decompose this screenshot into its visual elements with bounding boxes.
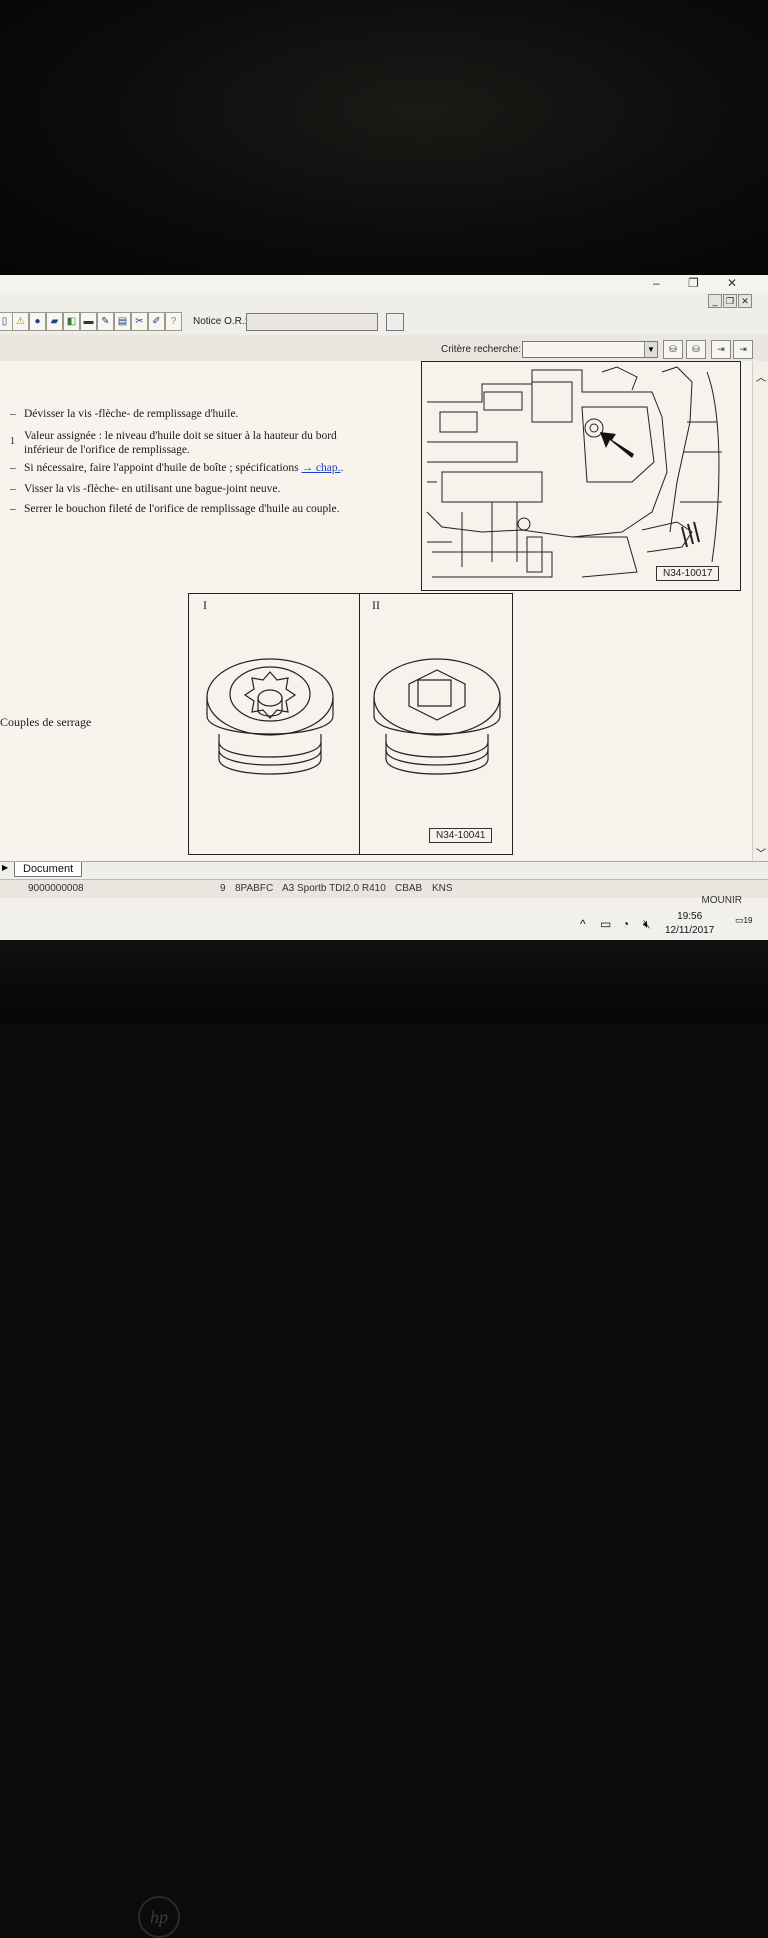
- notification-count: 19: [743, 916, 753, 925]
- panel-1-label: I: [203, 598, 207, 612]
- child-restore-icon[interactable]: ❐: [723, 294, 737, 308]
- status-engine: CBAB: [395, 883, 423, 894]
- status-model: A3 Sportb TDI2.0 R410: [282, 883, 386, 894]
- document-content: – Dévisser la vis -flèche- de remplissage…: [0, 361, 752, 861]
- document-tabbar: ▶ Document: [0, 861, 768, 878]
- chapter-link[interactable]: → chap.: [302, 462, 341, 474]
- car-icon[interactable]: ▬: [80, 312, 97, 331]
- notification-icon[interactable]: ▭19: [735, 915, 755, 933]
- gearbox-drawing: [426, 366, 722, 578]
- tools-icon[interactable]: ✂: [131, 312, 148, 331]
- window-titlebar: – ❐ ✕: [0, 275, 768, 293]
- search-criteria-label: Critère recherche:: [441, 344, 522, 355]
- search-next-icon[interactable]: ⛁: [686, 340, 706, 359]
- minimize-icon[interactable]: –: [653, 275, 660, 291]
- oil-can-icon[interactable]: ▰: [46, 312, 63, 331]
- close-icon[interactable]: ✕: [727, 275, 737, 291]
- vertical-scrollbar[interactable]: ︿ ﹀: [752, 361, 768, 861]
- step-1-text: Dévisser la vis -flèche- de remplissage …: [24, 408, 239, 420]
- step-3: – Si nécessaire, faire l'appoint d'huile …: [10, 462, 344, 474]
- panel-divider: [359, 594, 360, 854]
- step-3-period: .: [340, 462, 344, 474]
- child-minimize-icon[interactable]: _: [708, 294, 722, 308]
- user-name: MOUNIR: [701, 895, 742, 906]
- menubar: _ ❐ ✕: [0, 293, 768, 310]
- battery-icon[interactable]: ▭: [600, 917, 611, 931]
- edit-icon[interactable]: ✐: [148, 312, 165, 331]
- notice-label: Notice O.R.:: [193, 316, 248, 327]
- step-5-text: Serrer le bouchon fileté de l'orifice de…: [24, 503, 340, 515]
- laptop-bezel-bottom: hp: [0, 940, 768, 1938]
- status-gear: KNS: [432, 883, 453, 894]
- step-4-text: Visser la vis -flèche- en utilisant une …: [24, 483, 281, 495]
- step-2-text-line2: inférieur de l'orifice de remplissage.: [24, 444, 190, 456]
- step-1: – Dévisser la vis -flèche- de remplissage…: [10, 408, 239, 420]
- scroll-up-icon[interactable]: ︿: [756, 369, 766, 384]
- notice-document-button[interactable]: [386, 313, 404, 331]
- help-icon[interactable]: ?: [165, 312, 182, 331]
- plugs-drawing: [206, 658, 501, 775]
- warning-icon[interactable]: ⚠: [12, 312, 29, 331]
- wifi-icon[interactable]: ◔: [622, 917, 629, 931]
- book-icon[interactable]: ◧: [63, 312, 80, 331]
- clipboard-icon[interactable]: ▤: [114, 312, 131, 331]
- volume-muted-icon[interactable]: 🔇︎: [643, 917, 651, 932]
- step-2-line2: inférieur de l'orifice de remplissage.: [24, 443, 190, 457]
- toolbar: ▯ ⚠ ● ▰ ◧ ▬ ✎ ▤ ✂ ✐ ? Notice O.R.:: [0, 309, 768, 336]
- screen: – ❐ ✕ _ ❐ ✕ ▯ ⚠ ● ▰ ◧ ▬ ✎ ▤ ✂ ✐ ? Notice…: [0, 275, 768, 940]
- tab-scroll-icon[interactable]: ▶: [2, 863, 8, 872]
- step-2-text-line1: Valeur assignée : le niveau d'huile doit…: [24, 430, 337, 442]
- chevron-down-icon[interactable]: ▼: [644, 342, 657, 357]
- status-id: 9000000008: [28, 883, 84, 894]
- panel-2-label: II: [372, 598, 380, 612]
- plugs-figure: I II N34-10041: [188, 593, 513, 855]
- arrow-icon: [600, 432, 634, 458]
- status-code: 8PABFC: [235, 883, 274, 894]
- clock[interactable]: 19:56 12/11/2017: [665, 910, 714, 938]
- step-3-text: Si nécessaire, faire l'appoint d'huile d…: [24, 462, 299, 474]
- figure1-code: N34-10017: [656, 566, 720, 581]
- clock-date: 12/11/2017: [665, 925, 715, 936]
- status-bar: 9000000008 9 8PABFC A3 Sportb TDI2.0 R41…: [0, 879, 768, 898]
- globe-icon[interactable]: ●: [29, 312, 46, 331]
- wrench-icon[interactable]: ✎: [97, 312, 114, 331]
- restore-icon[interactable]: ❐: [688, 275, 699, 291]
- gearbox-figure: N34-10017: [421, 361, 741, 591]
- figure2-code: N34-10041: [429, 828, 493, 843]
- tab-document[interactable]: Document: [14, 862, 83, 877]
- hp-logo: hp: [138, 1896, 180, 1938]
- taskbar: ^ ▭ ◔ 🔇︎ 19:56 12/11/2017 ▭19: [0, 907, 768, 940]
- scroll-down-icon[interactable]: ﹀: [756, 845, 766, 860]
- step-number: 1: [10, 436, 15, 447]
- step-4: – Visser la vis -flèche- en utilisant une…: [10, 483, 281, 495]
- clock-time: 19:56: [677, 911, 703, 922]
- child-close-icon[interactable]: ✕: [738, 294, 752, 308]
- search-binoculars-icon[interactable]: ⛁: [663, 340, 683, 359]
- step-5: – Serrer le bouchon fileté de l'orifice d…: [10, 503, 340, 515]
- notice-input[interactable]: [246, 313, 378, 331]
- laptop-bezel-top: [0, 0, 768, 275]
- search-criteria-select[interactable]: ▼: [522, 341, 658, 358]
- torque-label: Couples de serrage: [0, 715, 92, 729]
- search-row: Critère recherche: ▼ ⛁ ⛁ ⇥ ⇥: [0, 335, 768, 362]
- chevron-up-icon[interactable]: ^: [580, 917, 586, 931]
- navigate-end-icon[interactable]: ⇥: [733, 340, 753, 359]
- navigate-forward-icon[interactable]: ⇥: [711, 340, 731, 359]
- status-n: 9: [220, 883, 226, 894]
